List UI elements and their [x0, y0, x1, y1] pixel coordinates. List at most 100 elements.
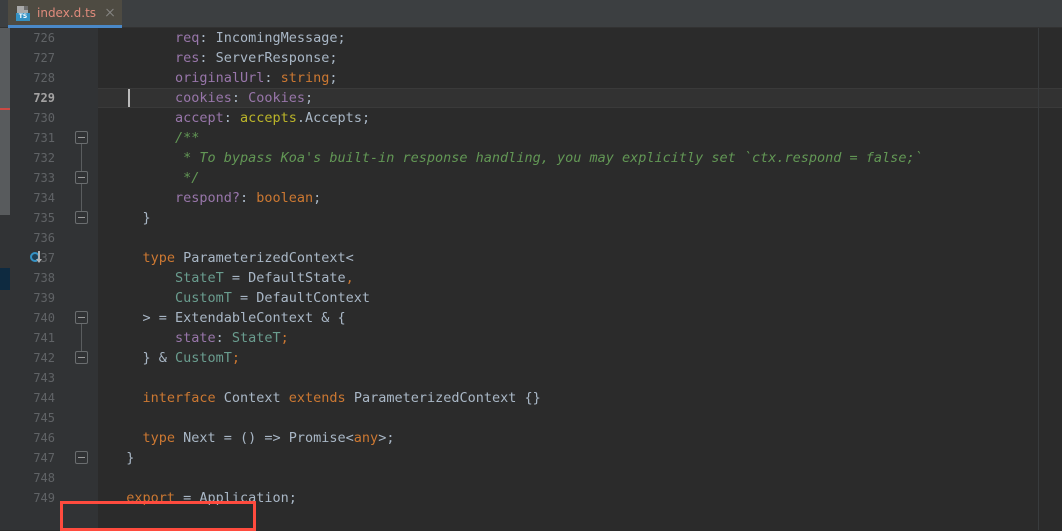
code-token: Cookies	[248, 90, 306, 106]
code-line: * To bypass Koa's built-in response hand…	[183, 148, 923, 168]
code-token: }	[126, 450, 135, 466]
line-number: 740	[33, 311, 55, 325]
code-token: :	[199, 30, 216, 46]
fold-toggle-icon[interactable]	[75, 451, 88, 464]
code-token: > = ExtendableContext & {	[142, 310, 346, 326]
tab-index-d-ts[interactable]: TS index.d.ts	[8, 0, 123, 28]
line-number: 729	[33, 91, 55, 105]
line-number: 738	[33, 271, 55, 285]
code-token: :	[215, 330, 232, 346]
editor-tab-bar: TS index.d.ts	[0, 0, 1062, 28]
code-token: any	[353, 430, 379, 446]
code-token: boolean	[256, 190, 314, 206]
fold-toggle-icon[interactable]	[75, 131, 88, 144]
code-token: >;	[378, 430, 395, 446]
modified-line-marker	[0, 108, 10, 110]
code-token: :	[231, 90, 249, 106]
code-token: = Application;	[175, 490, 297, 506]
line-number: 733	[33, 171, 55, 185]
text-caret	[128, 89, 131, 107]
implemented-member-icon[interactable]	[30, 251, 44, 265]
code-token: Context	[215, 390, 289, 406]
line-number: 735	[33, 211, 55, 225]
code-token: ;	[280, 330, 289, 346]
code-token: /**	[174, 130, 200, 146]
code-token: string	[280, 70, 330, 86]
code-token: IncomingMessage	[215, 30, 338, 46]
code-token: :	[223, 110, 240, 126]
code-token: ;	[329, 70, 338, 86]
code-line: state: StateT;	[175, 328, 289, 348]
line-number: 736	[33, 231, 55, 245]
vcs-annotation-strip[interactable]	[0, 28, 10, 530]
line-number-gutter: 726 727 728 729 730 731 732 733 734 735 736 737 738 7…	[10, 28, 60, 530]
line-number: 744	[33, 391, 55, 405]
code-token: StateT	[231, 330, 281, 346]
code-token: :	[199, 50, 216, 66]
code-token: cookies	[174, 90, 232, 106]
code-token: req	[174, 30, 200, 46]
code-token: res	[174, 50, 200, 66]
code-token: = DefaultState	[223, 270, 346, 286]
close-icon[interactable]	[104, 7, 116, 19]
line-number: 746	[33, 431, 55, 445]
code-token: CustomT	[174, 350, 232, 366]
code-line: */	[183, 168, 199, 188]
code-token: state	[174, 330, 216, 346]
fold-toggle-icon[interactable]	[75, 171, 88, 184]
code-token: } &	[142, 350, 175, 366]
code-token: respond?	[174, 190, 240, 206]
scrollbar-thumb[interactable]	[0, 28, 10, 215]
code-token: accepts	[240, 110, 297, 126]
code-token: type	[142, 430, 175, 446]
code-line: res: ServerResponse;	[175, 48, 338, 68]
code-line: type ParameterizedContext<	[142, 248, 353, 268]
code-token: CustomT	[174, 290, 232, 306]
code-token: ;	[329, 50, 338, 66]
code-token: ServerResponse	[215, 50, 330, 66]
fold-toggle-icon[interactable]	[75, 351, 88, 364]
code-token: ;	[313, 190, 322, 206]
code-token: ,	[345, 270, 354, 286]
code-line: originalUrl: string;	[175, 68, 338, 88]
line-number: 728	[33, 71, 55, 85]
line-number: 742	[33, 351, 55, 365]
marker-fold-gutter[interactable]	[30, 28, 98, 530]
code-token: ;	[361, 110, 371, 126]
fold-toggle-icon[interactable]	[75, 211, 88, 224]
code-token: originalUrl	[174, 70, 265, 86]
code-line: }	[142, 208, 150, 228]
code-token: = DefaultContext	[231, 290, 371, 306]
typescript-declaration-file-icon: TS	[15, 5, 31, 21]
code-token: StateT	[174, 270, 224, 286]
code-token: */	[183, 170, 200, 186]
line-number: 743	[33, 371, 55, 385]
code-line: } & CustomT;	[142, 348, 240, 368]
code-line: type Next = () => Promise<any>;	[142, 428, 394, 448]
code-line: respond?: boolean;	[175, 188, 321, 208]
fold-toggle-icon[interactable]	[75, 311, 88, 324]
code-token: ParameterizedContext {}	[345, 390, 541, 406]
code-token: .	[296, 110, 306, 126]
line-number: 734	[33, 191, 55, 205]
line-number: 747	[33, 451, 55, 465]
code-token: type	[142, 250, 175, 266]
code-editor[interactable]: 726 727 728 729 730 731 732 733 734 735 736 737 738 7…	[0, 28, 1062, 531]
code-line: > = ExtendableContext & {	[142, 308, 345, 328]
code-line: export = Application;	[126, 488, 297, 508]
code-token: :	[264, 70, 281, 86]
line-number: 732	[33, 151, 55, 165]
code-line: req: IncomingMessage;	[175, 28, 346, 48]
highlight-line-marker	[0, 268, 10, 290]
line-number: 749	[33, 491, 55, 505]
code-line: interface Context extends ParameterizedC…	[142, 388, 540, 408]
right-margin-guide	[1038, 28, 1039, 530]
code-surface[interactable]: req: IncomingMessage; res: ServerResponse…	[98, 28, 1062, 530]
line-number: 745	[33, 411, 55, 425]
code-line: /**	[175, 128, 199, 148]
code-token: ;	[231, 350, 241, 366]
code-token: export	[126, 490, 176, 506]
line-number: 739	[33, 291, 55, 305]
code-token: * To bypass Koa's built-in response hand…	[183, 150, 923, 166]
code-token: ParameterizedContext<	[174, 250, 354, 266]
